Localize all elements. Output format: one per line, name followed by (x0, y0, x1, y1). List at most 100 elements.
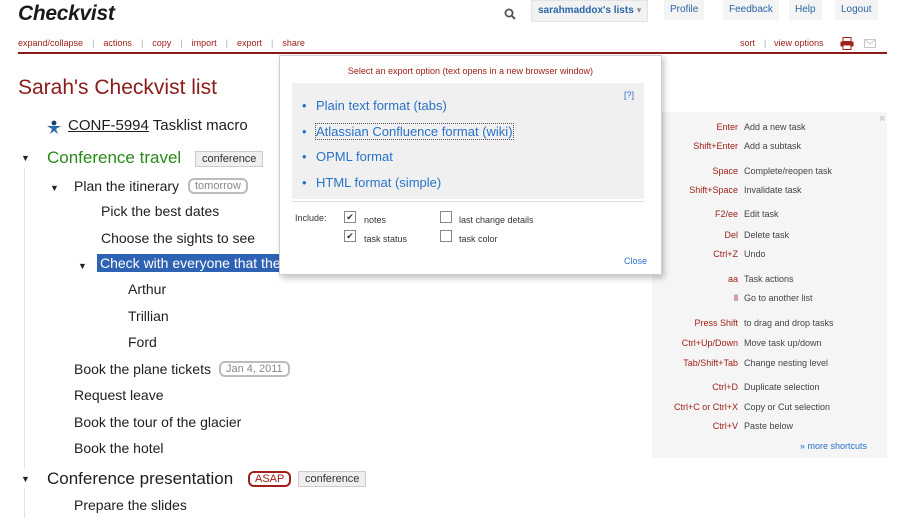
task-arthur[interactable]: Arthur (128, 281, 166, 297)
task-request-leave[interactable]: Request leave (74, 387, 164, 403)
task-prepare-slides[interactable]: Prepare the slides (74, 497, 187, 513)
list-toolbar: expand/collapse | actions | copy | import | expo… (18, 38, 305, 48)
last-change-checkbox[interactable] (440, 211, 452, 223)
shortcut-desc: Invalidate task (744, 185, 802, 195)
shortcut-key: Shift+Enter (693, 141, 738, 151)
tag-tomorrow[interactable]: tomorrow (188, 178, 248, 194)
macro-task[interactable]: CONF-5994 Tasklist macro (68, 117, 248, 134)
collapse-triangle-icon[interactable]: ▼ (21, 474, 30, 484)
shortcut-desc: Move task up/down (744, 338, 822, 348)
expand-collapse-button[interactable]: expand/collapse (18, 38, 83, 48)
bullet-icon: • (302, 124, 307, 139)
shortcut-key: Enter (716, 122, 738, 132)
collapse-triangle-icon[interactable]: ▼ (50, 183, 59, 193)
shortcut-desc: Add a subtask (744, 141, 802, 151)
export-button[interactable]: export (237, 38, 262, 48)
sort-button[interactable]: sort (740, 38, 755, 48)
logout-link[interactable]: Logout (835, 0, 878, 20)
toolbar-divider: | (271, 38, 274, 48)
notes-checkbox[interactable]: ✔ (344, 211, 356, 223)
email-icon[interactable] (864, 39, 876, 48)
print-icon[interactable] (840, 37, 854, 50)
task-conference-travel[interactable]: Conference travel (47, 148, 181, 168)
profile-link[interactable]: Profile (664, 0, 705, 20)
notes-checkbox-label: notes (364, 215, 387, 225)
feedback-link[interactable]: Feedback (723, 0, 779, 20)
collapse-triangle-icon[interactable]: ▼ (78, 261, 87, 271)
last-change-checkbox-label: last change details (459, 215, 534, 225)
toolbar-divider: | (225, 38, 228, 48)
task-ford[interactable]: Ford (128, 334, 157, 350)
shortcut-desc: Task actions (744, 274, 794, 284)
more-shortcuts-link[interactable]: » more shortcuts (800, 441, 867, 451)
task-color-checkbox[interactable] (440, 230, 452, 242)
import-button[interactable]: import (192, 38, 217, 48)
close-button[interactable]: Close (624, 256, 647, 266)
shortcut-key: Ctrl+D (712, 382, 738, 392)
list-title: Sarah's Checkvist list (18, 76, 217, 99)
task-check-everyone[interactable]: Check with everyone that the (97, 254, 284, 272)
macro-link[interactable]: CONF-5994 (68, 117, 149, 134)
copy-button[interactable]: copy (152, 38, 171, 48)
task-plan-itinerary[interactable]: Plan the itinerary (74, 178, 179, 194)
export-plain-text-option[interactable]: Plain text format (tabs) (316, 98, 447, 113)
nesting-line (24, 168, 25, 468)
toolbar-divider-line (18, 52, 887, 54)
shortcut-key: Ctrl+Up/Down (681, 338, 738, 348)
task-pick-dates[interactable]: Pick the best dates (101, 203, 219, 219)
task-status-checkbox[interactable]: ✔ (344, 230, 356, 242)
shortcut-key: Ctrl+V (712, 421, 738, 431)
tag-date[interactable]: Jan 4, 2011 (219, 361, 290, 377)
help-link[interactable]: [?] (624, 90, 634, 100)
include-label: Include: (295, 213, 327, 223)
tag-conference[interactable]: conference (195, 151, 264, 167)
shortcut-desc: Change nesting level (744, 358, 829, 368)
toolbar-divider: | (180, 38, 183, 48)
chevron-down-icon: ▾ (636, 5, 642, 15)
task-color-checkbox-label: task color (459, 234, 498, 244)
task-book-glacier[interactable]: Book the tour of the glacier (74, 414, 241, 430)
export-confluence-option[interactable]: Atlassian Confluence format (wiki) (315, 123, 514, 140)
task-conference-presentation[interactable]: Conference presentation (47, 469, 233, 489)
export-popup: Select an export option (text opens in a… (279, 55, 662, 275)
shortcut-key: ll (734, 293, 738, 303)
export-popup-heading: Select an export option (text opens in a… (347, 66, 594, 76)
task-status-checkbox-label: task status (364, 234, 408, 244)
task-book-hotel[interactable]: Book the hotel (74, 440, 164, 456)
help-link[interactable]: Help (789, 0, 822, 20)
actions-button[interactable]: actions (103, 38, 132, 48)
shortcut-key: Tab/Shift+Tab (683, 358, 738, 368)
close-icon[interactable]: × (879, 113, 885, 125)
export-options-box: [?] • Plain text format (tabs) • Atlassi… (292, 83, 644, 199)
shortcut-desc: Paste below (744, 421, 794, 431)
shortcut-desc: Add a new task (744, 122, 806, 132)
user-lists-label: sarahmaddox's lists (538, 5, 634, 16)
export-html-option[interactable]: HTML format (simple) (316, 175, 441, 190)
macro-text: Tasklist macro (148, 117, 248, 134)
collapse-triangle-icon[interactable]: ▼ (21, 153, 30, 163)
view-options-button[interactable]: view options (774, 38, 824, 48)
shortcut-key: Space (712, 166, 738, 176)
search-icon[interactable] (504, 8, 516, 20)
tag-conference[interactable]: conference (298, 471, 367, 487)
toolbar-divider: | (764, 38, 767, 48)
export-opml-option[interactable]: OPML format (316, 149, 393, 164)
share-button[interactable]: share (282, 38, 305, 48)
nesting-line (24, 488, 25, 518)
task-book-plane[interactable]: Book the plane tickets (74, 361, 211, 377)
shortcut-desc: to drag and drop tasks (744, 318, 834, 328)
shortcut-key: Shift+Space (689, 185, 738, 195)
bullet-icon: • (302, 149, 307, 164)
checkvist-logo[interactable]: Checkvist (18, 2, 115, 26)
toolbar-divider: | (92, 38, 95, 48)
shortcut-key: Ctrl+Z (713, 249, 738, 259)
shortcut-desc: Delete task (744, 230, 790, 240)
tag-asap[interactable]: ASAP (248, 471, 292, 487)
user-lists-menu[interactable]: sarahmaddox's lists ▾ (531, 0, 649, 22)
task-trillian[interactable]: Trillian (128, 308, 169, 324)
shortcut-key: aa (727, 274, 738, 284)
shortcut-key: F2/ee (714, 209, 738, 219)
task-choose-sights[interactable]: Choose the sights to see (101, 230, 255, 246)
shortcut-key: Del (724, 230, 738, 240)
macro-icon (47, 120, 61, 134)
